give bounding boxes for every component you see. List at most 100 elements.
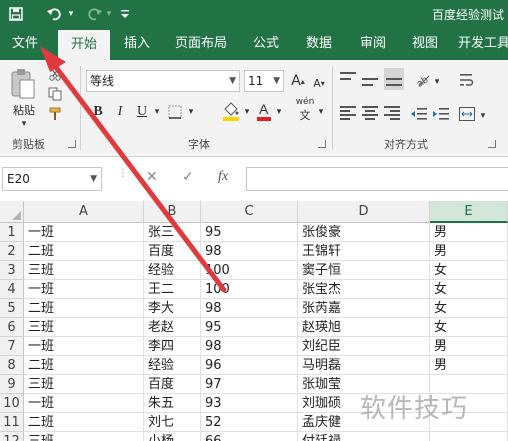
cell-a[interactable]: 一班 xyxy=(24,280,144,299)
top-align-icon[interactable] xyxy=(340,72,356,86)
shrink-font-button[interactable]: A ▾ xyxy=(310,73,328,93)
underline-button[interactable]: U xyxy=(134,102,150,122)
tab-file[interactable]: 文件 xyxy=(4,28,46,60)
undo-dropdown-icon[interactable]: ▾ xyxy=(66,5,76,23)
copy-icon[interactable] xyxy=(46,86,64,102)
decrease-indent-icon[interactable] xyxy=(410,104,428,124)
row-header[interactable]: 1 xyxy=(0,223,24,242)
cell-c[interactable]: 100 xyxy=(201,280,298,299)
font-size-combo[interactable]: 11 ▼ xyxy=(244,70,284,92)
redo-dropdown-icon[interactable]: ▾ xyxy=(104,5,114,23)
paste-icon[interactable] xyxy=(6,66,40,102)
cell-c[interactable]: 97 xyxy=(201,375,298,394)
select-all-button[interactable] xyxy=(0,201,24,223)
cell-d[interactable]: 张宝杰 xyxy=(298,280,430,299)
cell-d[interactable]: 马明磊 xyxy=(298,356,430,375)
cell-c[interactable]: 96 xyxy=(201,356,298,375)
cell-c[interactable]: 98 xyxy=(201,299,298,318)
cell-a[interactable]: 二班 xyxy=(24,356,144,375)
tab-data[interactable]: 数据 xyxy=(298,28,340,60)
cell-a[interactable]: 二班 xyxy=(24,299,144,318)
orientation-icon[interactable]: ab xyxy=(414,70,432,90)
cell-c[interactable]: 98 xyxy=(201,337,298,356)
cell-b[interactable]: 小杨 xyxy=(144,432,201,441)
italic-button[interactable]: I xyxy=(112,102,128,122)
confirm-entry-icon[interactable]: ✓ xyxy=(182,169,194,189)
column-header-e[interactable]: E xyxy=(430,201,508,223)
cancel-entry-icon[interactable]: ✕ xyxy=(146,169,158,189)
row-header[interactable]: 10 xyxy=(0,394,24,413)
cell-c[interactable]: 52 xyxy=(201,413,298,432)
orientation-dropdown-icon[interactable]: ▾ xyxy=(432,72,442,92)
cell-b[interactable]: 经验 xyxy=(144,356,201,375)
cell-a[interactable]: 三班 xyxy=(24,261,144,280)
cell-c[interactable]: 98 xyxy=(201,242,298,261)
cell-b[interactable]: 李大 xyxy=(144,299,201,318)
tab-page-layout[interactable]: 页面布局 xyxy=(168,28,234,60)
tab-review[interactable]: 审阅 xyxy=(352,28,394,60)
cell-c[interactable]: 95 xyxy=(201,223,298,242)
column-header-d[interactable]: D xyxy=(298,201,430,223)
bold-button[interactable]: B xyxy=(90,102,106,122)
middle-align-icon[interactable] xyxy=(362,72,378,86)
column-header-b[interactable]: B xyxy=(144,201,201,223)
row-header[interactable]: 11 xyxy=(0,413,24,432)
grow-font-button[interactable]: A ▴ xyxy=(288,71,308,91)
cell-e[interactable]: 女 xyxy=(430,318,508,337)
tab-developer[interactable]: 开发工具 xyxy=(458,28,508,60)
row-header[interactable]: 3 xyxy=(0,261,24,280)
cell-c[interactable]: 66 xyxy=(201,432,298,441)
font-color-dropdown-icon[interactable]: ▾ xyxy=(274,102,284,122)
cell-e[interactable] xyxy=(430,432,508,441)
row-header[interactable]: 2 xyxy=(0,242,24,261)
merge-center-icon[interactable] xyxy=(458,104,476,124)
cell-d[interactable]: 刘纪臣 xyxy=(298,337,430,356)
borders-icon[interactable] xyxy=(166,102,184,122)
cell-b[interactable]: 经验 xyxy=(144,261,201,280)
cell-c[interactable]: 95 xyxy=(201,318,298,337)
cell-d[interactable]: 付廷禄 xyxy=(298,432,430,441)
cell-a[interactable]: 二班 xyxy=(24,413,144,432)
merge-dropdown-icon[interactable]: ▾ xyxy=(478,106,488,126)
cell-b[interactable]: 百度 xyxy=(144,242,201,261)
cell-a[interactable]: 三班 xyxy=(24,432,144,441)
cell-d[interactable]: 窦子恒 xyxy=(298,261,430,280)
font-name-combo[interactable]: 等线 ▼ xyxy=(86,70,240,92)
cell-a[interactable]: 三班 xyxy=(24,375,144,394)
cell-b[interactable]: 王二 xyxy=(144,280,201,299)
column-header-a[interactable]: A xyxy=(24,201,144,223)
column-header-c[interactable]: C xyxy=(201,201,298,223)
cell-d[interactable]: 王锦轩 xyxy=(298,242,430,261)
cell-a[interactable]: 三班 xyxy=(24,318,144,337)
cell-c[interactable]: 93 xyxy=(201,394,298,413)
insert-function-button[interactable]: fx xyxy=(218,169,228,189)
align-center-icon[interactable] xyxy=(362,106,378,120)
cell-a[interactable]: 二班 xyxy=(24,242,144,261)
row-header[interactable]: 5 xyxy=(0,299,24,318)
cell-b[interactable]: 百度 xyxy=(144,375,201,394)
align-right-icon[interactable] xyxy=(384,106,400,120)
align-left-icon[interactable] xyxy=(340,106,356,120)
tab-formulas[interactable]: 公式 xyxy=(246,28,286,60)
cell-e[interactable]: 女 xyxy=(430,299,508,318)
cell-e[interactable]: 男 xyxy=(430,242,508,261)
row-header[interactable]: 7 xyxy=(0,337,24,356)
cut-icon[interactable] xyxy=(46,66,64,82)
tab-insert[interactable]: 插入 xyxy=(116,28,158,60)
paste-button-label[interactable]: 粘贴 xyxy=(4,102,44,118)
alignment-dialog-launcher-icon[interactable] xyxy=(488,140,496,148)
fill-color-icon[interactable] xyxy=(220,100,242,122)
customize-qat-icon[interactable] xyxy=(118,5,132,23)
fill-color-dropdown-icon[interactable]: ▾ xyxy=(242,102,252,122)
cell-b[interactable]: 朱五 xyxy=(144,394,201,413)
cell-b[interactable]: 李四 xyxy=(144,337,201,356)
cell-e[interactable]: 男 xyxy=(430,337,508,356)
cell-d[interactable]: 赵瑛旭 xyxy=(298,318,430,337)
row-header[interactable]: 6 xyxy=(0,318,24,337)
undo-icon[interactable] xyxy=(44,5,66,23)
cell-b[interactable]: 张三 xyxy=(144,223,201,242)
cell-e[interactable]: 女 xyxy=(430,280,508,299)
underline-dropdown-icon[interactable]: ▾ xyxy=(152,102,162,122)
cell-e[interactable]: 男 xyxy=(430,356,508,375)
borders-dropdown-icon[interactable]: ▾ xyxy=(186,102,196,122)
